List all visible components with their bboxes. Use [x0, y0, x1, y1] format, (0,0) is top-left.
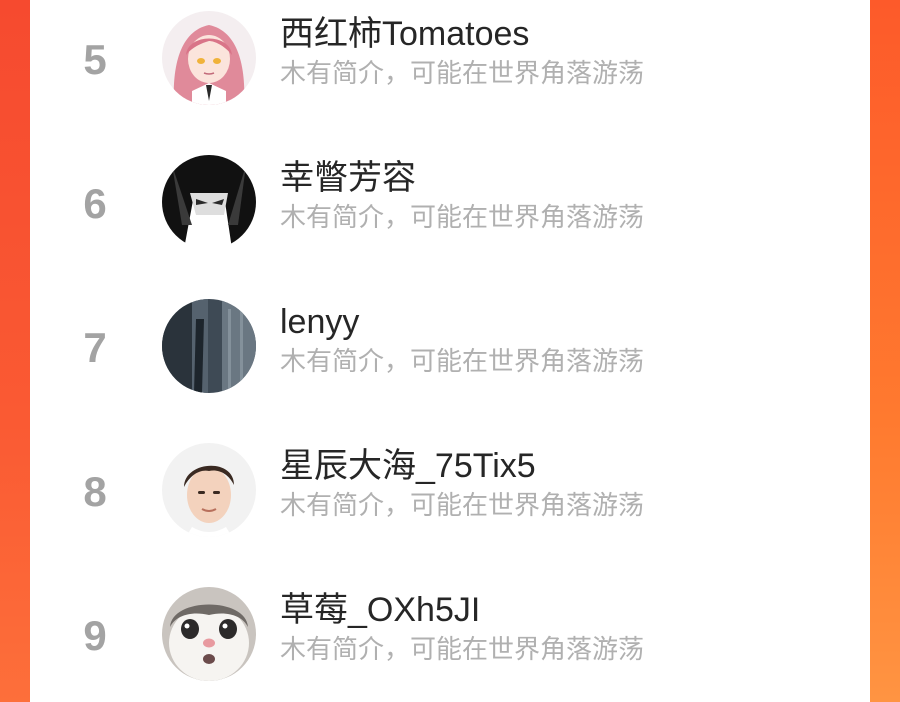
- user-bio: 木有简介，可能在世界角落游荡: [280, 203, 645, 233]
- user-bio: 木有简介，可能在世界角落游荡: [280, 635, 645, 665]
- cat-face-avatar[interactable]: [162, 587, 256, 681]
- user-bio: 木有简介，可能在世界角落游荡: [280, 59, 645, 89]
- user-bio: 木有简介，可能在世界角落游荡: [280, 347, 645, 377]
- rank-number: 7: [83, 324, 107, 371]
- rank-number: 6: [83, 180, 107, 227]
- username[interactable]: 西红柿Tomatoes: [280, 14, 529, 54]
- ranking-row[interactable]: 8 星辰大海_75Tix5 木有简介，可能在世界角落游荡: [30, 432, 870, 552]
- dark-scenery-avatar[interactable]: [162, 299, 256, 393]
- avatar-image: [162, 443, 256, 537]
- right-background-edge: [870, 0, 900, 702]
- ranking-panel: 5 西红柿Tomatoes 木有简介，可能在世界角落游荡 6 幸瞥芳容 木有简介…: [30, 0, 870, 702]
- rank-number: 5: [83, 36, 107, 83]
- anime-dark-hair-avatar[interactable]: [162, 155, 256, 249]
- username[interactable]: 草莓_OXh5JI: [280, 590, 480, 630]
- avatar-image: [162, 587, 256, 681]
- left-background-edge: [0, 0, 30, 702]
- username[interactable]: 幸瞥芳容: [280, 158, 416, 198]
- ranking-row[interactable]: 9 草莓_OXh5JI 木有简介，可能在世界角落游荡: [30, 576, 870, 696]
- young-man-avatar[interactable]: [162, 443, 256, 537]
- username[interactable]: lenyy: [280, 302, 359, 342]
- avatar-image: [162, 155, 256, 249]
- rank-number: 9: [83, 612, 107, 659]
- username[interactable]: 星辰大海_75Tix5: [280, 446, 536, 486]
- avatar-image: [162, 299, 256, 393]
- user-bio: 木有简介，可能在世界角落游荡: [280, 491, 645, 521]
- anime-girl-avatar[interactable]: [162, 11, 256, 105]
- ranking-row[interactable]: 5 西红柿Tomatoes 木有简介，可能在世界角落游荡: [30, 0, 870, 120]
- ranking-row[interactable]: 6 幸瞥芳容 木有简介，可能在世界角落游荡: [30, 144, 870, 264]
- rank-number: 8: [83, 468, 107, 515]
- ranking-row[interactable]: 7 lenyy 木有简介，可能在世界角落游荡: [30, 288, 870, 408]
- avatar-image: [162, 11, 256, 105]
